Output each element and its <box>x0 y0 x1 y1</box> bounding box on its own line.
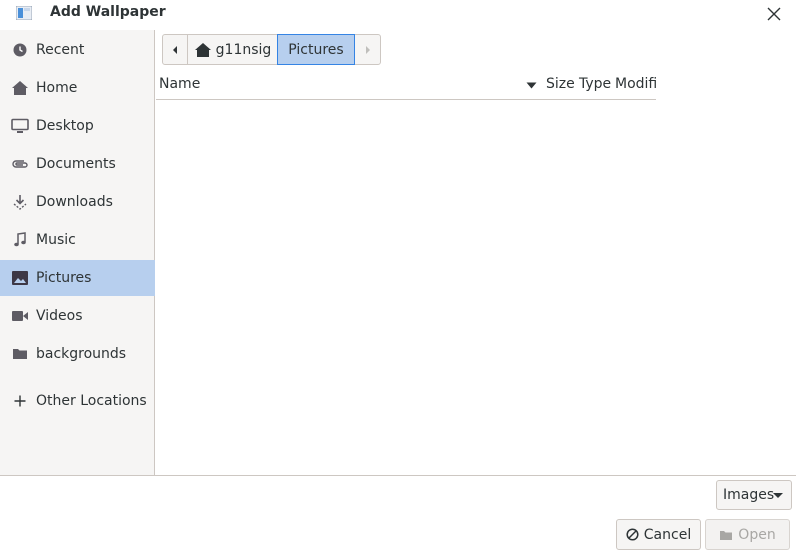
download-icon <box>11 193 29 211</box>
cancel-button[interactable]: Cancel <box>616 519 701 550</box>
path-segment-pictures[interactable]: Pictures <box>277 34 355 65</box>
sidebar-item-label: Music <box>36 232 76 248</box>
sidebar-item-label: Home <box>36 80 78 96</box>
sidebar-item-documents[interactable]: Documents <box>0 146 155 182</box>
sidebar-item-label: Documents <box>36 156 116 172</box>
chevron-right-icon <box>365 45 370 54</box>
cancel-button-label: Cancel <box>643 526 692 543</box>
close-icon[interactable] <box>764 4 784 24</box>
path-segment-home[interactable]: g11nsig <box>187 34 278 65</box>
home-icon <box>11 79 29 97</box>
sidebar-item-pictures[interactable]: Pictures <box>0 260 155 296</box>
sidebar-item-label: backgrounds <box>36 346 127 362</box>
sidebar-item-label: Downloads <box>36 194 113 210</box>
sidebar-item-music[interactable]: Music <box>0 222 155 258</box>
video-camera-icon <box>11 307 29 325</box>
picture-icon <box>11 269 29 287</box>
sidebar-item-label: Other Locations <box>36 393 147 409</box>
sidebar-item-label: Recent <box>36 42 85 58</box>
column-header-size[interactable]: Size <box>546 76 575 92</box>
file-chooser-dialog: Add Wallpaper Recent Home Desktop Docume… <box>0 0 796 553</box>
sidebar-item-videos[interactable]: Videos <box>0 298 155 334</box>
window-title: Add Wallpaper <box>50 4 166 20</box>
folder-open-icon <box>720 530 733 540</box>
paperclip-icon <box>11 155 29 173</box>
sidebar-item-recent[interactable]: Recent <box>0 32 155 68</box>
file-list-header: Name Size Type Modifi <box>156 70 656 100</box>
monitor-icon <box>11 117 29 135</box>
path-segment-label: Pictures <box>288 41 344 58</box>
sidebar-item-downloads[interactable]: Downloads <box>0 184 155 220</box>
chevron-down-icon <box>773 493 783 498</box>
path-segment-label: g11nsig <box>215 41 272 58</box>
path-bar: g11nsig Pictures <box>162 34 381 65</box>
path-back-button[interactable] <box>162 34 188 65</box>
clock-icon <box>11 41 29 59</box>
home-icon <box>194 42 211 57</box>
app-icon <box>16 6 32 20</box>
file-list[interactable] <box>156 100 796 475</box>
folder-icon <box>11 345 29 363</box>
footer-divider <box>0 475 796 476</box>
column-header-modified[interactable]: Modifi <box>615 76 656 92</box>
sidebar-item-label: Desktop <box>36 118 94 134</box>
sidebar-item-desktop[interactable]: Desktop <box>0 108 155 144</box>
open-button[interactable]: Open <box>705 519 790 550</box>
title-bar: Add Wallpaper <box>0 0 796 28</box>
sidebar-item-home[interactable]: Home <box>0 70 155 106</box>
sidebar-item-backgrounds[interactable]: backgrounds <box>0 336 155 372</box>
file-type-filter-dropdown[interactable]: Images <box>716 480 792 510</box>
sidebar-item-label: Pictures <box>36 270 92 286</box>
chevron-left-icon <box>173 45 177 54</box>
sort-descending-icon[interactable] <box>526 82 537 89</box>
sidebar-item-label: Videos <box>36 308 83 324</box>
column-header-name[interactable]: Name <box>159 76 200 92</box>
plus-icon <box>11 392 29 410</box>
places-sidebar: Recent Home Desktop Documents Downloads <box>0 30 155 475</box>
music-note-icon <box>11 231 29 249</box>
sidebar-item-other-locations[interactable]: Other Locations <box>0 383 155 419</box>
filter-selected-value: Images <box>723 487 775 503</box>
cancel-icon <box>626 528 639 541</box>
column-header-type[interactable]: Type <box>579 76 611 92</box>
open-button-label: Open <box>738 526 776 543</box>
path-forward-button[interactable] <box>354 34 381 65</box>
